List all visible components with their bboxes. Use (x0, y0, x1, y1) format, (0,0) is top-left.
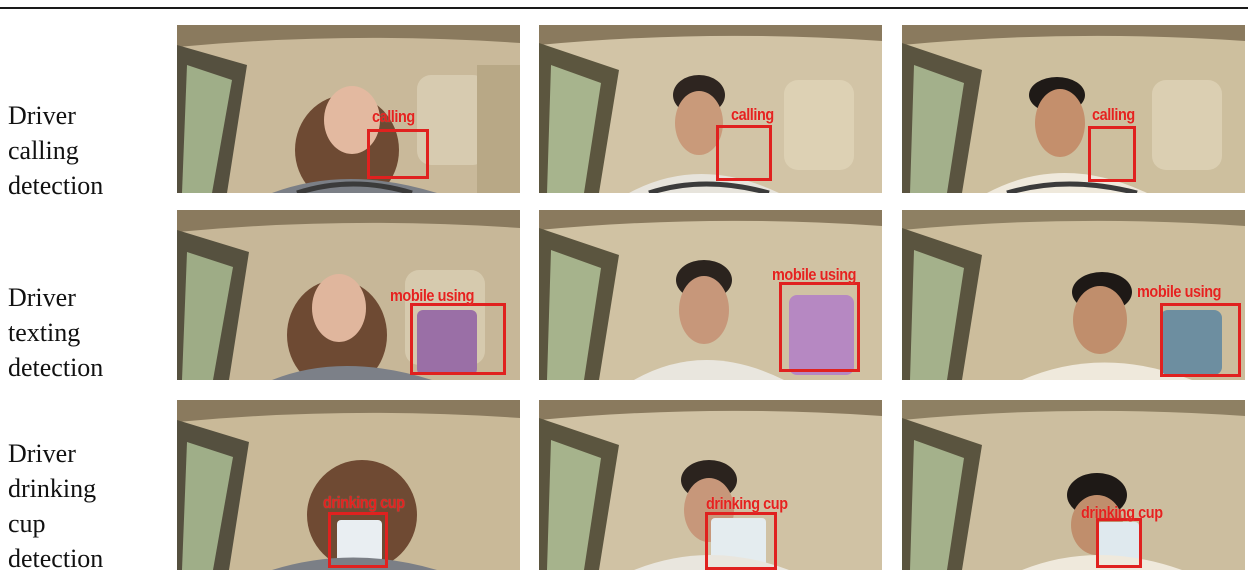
frame-calling-driver-1: calling (177, 25, 520, 193)
detection-label: drinking cup (1081, 503, 1163, 522)
detection-box (367, 129, 429, 179)
detection-box (410, 303, 506, 375)
frame-calling-driver-3: calling (902, 25, 1245, 193)
frame-drinking-driver-2: drinking cup (539, 400, 882, 570)
top-rule (0, 7, 1248, 9)
detection-label: mobile using (772, 265, 857, 284)
row-label-drinking: Driver drinking cup detection (8, 439, 104, 573)
detection-label: calling (1092, 105, 1135, 124)
detection-box (1160, 303, 1241, 377)
car-interior-photo (539, 25, 882, 193)
detection-box (705, 512, 777, 570)
frame-calling-driver-2: calling (539, 25, 882, 193)
detection-box (328, 512, 388, 568)
detection-box (716, 125, 772, 181)
detection-box (1088, 126, 1136, 182)
detection-box (779, 282, 860, 372)
detection-label: drinking cup (706, 494, 788, 513)
row-label-calling: Driver calling detection (8, 101, 104, 200)
frame-drinking-driver-1: drinking cup (177, 400, 520, 570)
detection-label: calling (372, 107, 415, 126)
detection-label: calling (731, 105, 774, 124)
detection-label: mobile using (1137, 282, 1222, 301)
detection-label: mobile using (390, 286, 475, 305)
car-interior-photo (902, 400, 1245, 570)
frame-drinking-driver-3: drinking cup (902, 400, 1245, 570)
frame-texting-driver-1: mobile using (177, 210, 520, 380)
row-label-texting: Driver texting detection (8, 283, 104, 382)
car-interior-photo (902, 25, 1245, 193)
detection-label: drinking cup (323, 493, 405, 512)
detection-box (1096, 518, 1142, 568)
frame-texting-driver-2: mobile using (539, 210, 882, 380)
frame-texting-driver-3: mobile using (902, 210, 1245, 380)
car-interior-photo (177, 25, 520, 193)
